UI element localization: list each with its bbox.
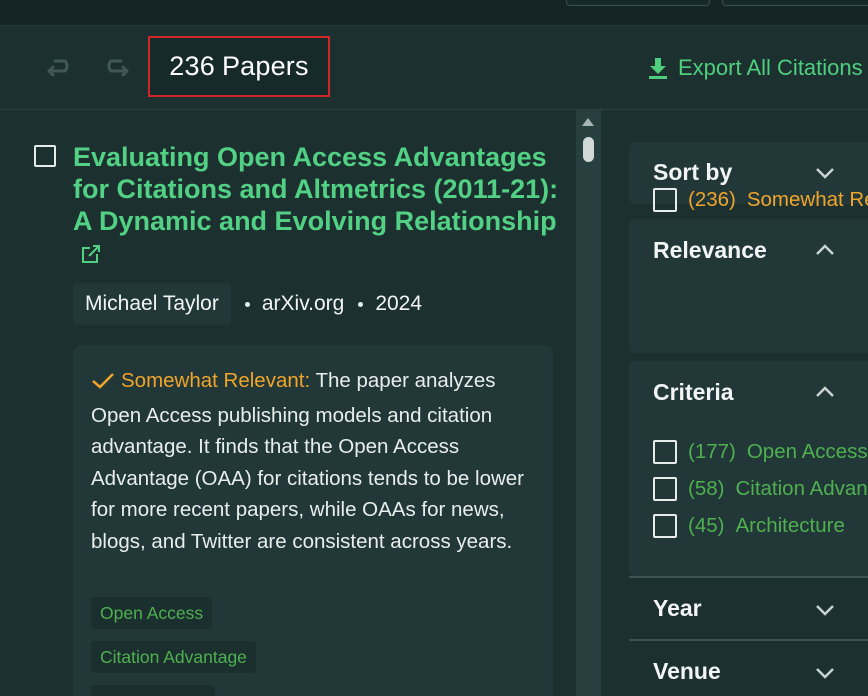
- criteria-heading: Criteria: [653, 379, 734, 405]
- venue-filter-panel[interactable]: Venue: [629, 643, 868, 696]
- filter-count: (236): [688, 188, 736, 211]
- summary-text: The paper analyzes Open Access publishin…: [91, 369, 525, 553]
- external-link-icon[interactable]: [81, 239, 101, 271]
- criteria-tag: [91, 685, 215, 696]
- top-bar-button[interactable]: [722, 0, 868, 6]
- filter-count: (58): [688, 477, 725, 500]
- tag-label: Open Access: [100, 602, 204, 623]
- chevron-down-icon[interactable]: [815, 603, 835, 617]
- export-all-citations-button[interactable]: Export All Citations: [648, 54, 863, 82]
- sort-by-heading: Sort by: [653, 159, 733, 185]
- download-icon: [649, 58, 667, 79]
- filter-label: Architecture: [735, 514, 845, 537]
- year: 2024: [358, 292, 422, 316]
- criteria-filter-option[interactable]: (177) Open Access: [653, 439, 868, 465]
- paper-select-checkbox[interactable]: [34, 145, 56, 167]
- export-label: Export All Citations: [678, 55, 863, 80]
- bullet-icon: [358, 301, 364, 307]
- relevance-filter-option[interactable]: (236) Somewhat Relevant: [653, 187, 868, 213]
- paper-title-link[interactable]: Evaluating Open Access Advantages for Ci…: [73, 141, 563, 271]
- filter-checkbox[interactable]: [653, 514, 677, 538]
- paper-count-label: Papers: [221, 51, 309, 81]
- checkmark-icon: [91, 368, 115, 400]
- year-filter-panel[interactable]: Year: [629, 580, 868, 638]
- criteria-filter-option[interactable]: (45) Architecture: [653, 513, 868, 539]
- paper-count-number: 236: [169, 51, 215, 81]
- venue: arXiv.org: [244, 292, 345, 316]
- chevron-up-icon[interactable]: [815, 385, 835, 399]
- paper-meta: Michael Taylor arXiv.org 2024: [73, 283, 422, 325]
- redo-button[interactable]: [97, 55, 131, 83]
- relevance-label: Somewhat Relevant:: [121, 369, 311, 392]
- filter-sidebar: Sort by Relevance (236) Somewhat Relevan…: [601, 110, 868, 696]
- undo-button[interactable]: [45, 55, 79, 83]
- author-chip[interactable]: Michael Taylor: [73, 283, 231, 325]
- criteria-tag: Open Access: [91, 597, 213, 629]
- redo-icon: [107, 59, 129, 77]
- summary-text-block: Somewhat Relevant: The paper analyzes Op…: [91, 365, 541, 557]
- scroll-up-arrow-icon[interactable]: [582, 118, 594, 126]
- venue-name: arXiv.org: [261, 292, 345, 315]
- divider: [629, 639, 868, 641]
- relevance-filter-panel: Relevance (236) Somewhat Relevant: [629, 188, 868, 353]
- author-name: Michael Taylor: [85, 292, 219, 315]
- scroll-thumb[interactable]: [583, 137, 594, 162]
- filter-count: (45): [688, 514, 725, 537]
- criteria-filter-panel: Criteria: [629, 361, 868, 576]
- tag-label: Citation Advantage: [100, 646, 247, 667]
- venue-heading: Venue: [653, 658, 721, 684]
- paper-count: 236 Papers: [148, 36, 330, 97]
- top-bar-button[interactable]: [566, 0, 710, 6]
- filter-label: Open Access: [746, 440, 868, 463]
- filter-checkbox[interactable]: [653, 188, 677, 212]
- chevron-down-icon[interactable]: [815, 166, 835, 180]
- filter-count: (177): [688, 440, 736, 463]
- chevron-up-icon[interactable]: [815, 243, 835, 257]
- criteria-filter-option[interactable]: (58) Citation Advantage: [653, 476, 868, 502]
- list-scrollbar[interactable]: [576, 110, 601, 696]
- chevron-down-icon[interactable]: [815, 666, 835, 680]
- filter-checkbox[interactable]: [653, 477, 677, 501]
- bullet-icon: [244, 301, 250, 307]
- paper-title: Evaluating Open Access Advantages for Ci…: [73, 142, 559, 236]
- paper-summary-card: Somewhat Relevant: The paper analyzes Op…: [73, 345, 553, 696]
- top-bar: [0, 0, 868, 26]
- year-value: 2024: [375, 292, 423, 315]
- divider: [629, 576, 868, 578]
- year-heading: Year: [653, 595, 702, 621]
- filter-label: Citation Advantage: [735, 477, 868, 500]
- filter-checkbox[interactable]: [653, 440, 677, 464]
- undo-icon: [47, 59, 69, 77]
- criteria-tag: Citation Advantage: [91, 641, 256, 673]
- relevance-heading: Relevance: [653, 237, 767, 263]
- filter-label: Somewhat Relevant: [746, 188, 868, 211]
